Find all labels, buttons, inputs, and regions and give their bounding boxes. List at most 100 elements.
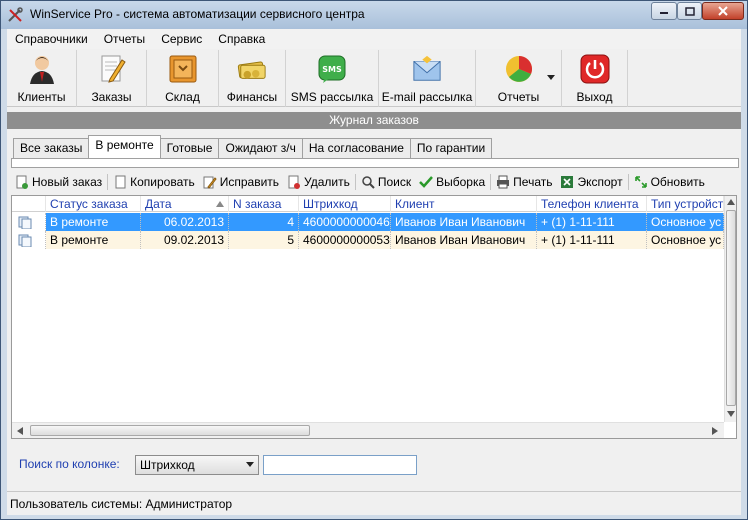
search-button[interactable]: Поиск	[357, 172, 415, 192]
edit-button[interactable]: Исправить	[199, 172, 283, 192]
menu-reports[interactable]: Отчеты	[96, 29, 153, 49]
horizontal-scrollbar[interactable]	[12, 422, 724, 438]
minimize-button[interactable]	[651, 2, 677, 20]
export-button[interactable]: Экспорт	[556, 172, 626, 192]
filter-label: Выборка	[436, 175, 486, 189]
search-input[interactable]	[263, 455, 417, 475]
journal-header: Журнал заказов	[7, 112, 741, 129]
new-order-label: Новый заказ	[32, 175, 103, 189]
vertical-scroll-thumb[interactable]	[726, 210, 736, 406]
tab-for-approval[interactable]: На согласование	[301, 138, 411, 158]
column-header-status[interactable]: Статус заказа	[46, 196, 141, 212]
separator	[354, 174, 356, 190]
cell-order-number: 5	[229, 231, 299, 249]
separator	[627, 174, 629, 190]
menu-help[interactable]: Справка	[210, 29, 273, 49]
printer-icon	[496, 175, 510, 189]
status-bar: Пользователь системы: Администратор	[7, 491, 741, 515]
cell-device-type: Основное ус	[647, 231, 724, 249]
vertical-scrollbar[interactable]	[724, 196, 736, 422]
scroll-down-icon[interactable]	[727, 411, 735, 417]
excel-icon	[560, 175, 574, 189]
column-header-client-phone[interactable]: Телефон клиента	[537, 196, 647, 212]
print-button[interactable]: Печать	[492, 172, 556, 192]
title-bar[interactable]: WinService Pro - система автоматизации с…	[1, 1, 747, 29]
dropdown-arrow-icon[interactable]	[547, 75, 555, 80]
maximize-button[interactable]	[677, 2, 702, 20]
delete-label: Удалить	[304, 175, 350, 189]
column-header-device-type[interactable]: Тип устройст	[647, 196, 724, 212]
cell-barcode: 4600000000053	[299, 231, 391, 249]
edit-icon	[203, 175, 217, 189]
reports-label: Отчеты	[497, 90, 540, 104]
cell-order-number: 4	[229, 213, 299, 231]
column-header-barcode[interactable]: Штрихкод	[299, 196, 391, 212]
scroll-right-icon[interactable]	[712, 427, 718, 435]
refresh-button[interactable]: Обновить	[630, 172, 709, 192]
search-by-column-label: Поиск по колонке:	[19, 457, 120, 471]
finance-button[interactable]: Финансы	[219, 50, 286, 107]
column-header-date[interactable]: Дата	[141, 196, 229, 212]
client-area: Справочники Отчеты Сервис Справка Клиент…	[7, 29, 741, 515]
search-column-select[interactable]: Штрихкод	[135, 455, 259, 475]
tab-ready[interactable]: Готовые	[159, 138, 220, 158]
close-button[interactable]	[702, 2, 744, 20]
window-title: WinService Pro - система автоматизации с…	[30, 7, 365, 21]
money-icon	[237, 54, 267, 84]
orders-button[interactable]: Заказы	[77, 50, 147, 107]
scroll-up-icon[interactable]	[727, 199, 735, 205]
sms-icon-text: SMS	[322, 65, 342, 74]
row-indicator	[12, 213, 46, 231]
warehouse-button[interactable]: Склад	[147, 50, 219, 107]
main-toolbar: Клиенты Заказы Склад Финансы SMS SMS рас…	[7, 50, 741, 107]
filter-button[interactable]: Выборка	[415, 172, 489, 192]
menu-service[interactable]: Сервис	[153, 29, 210, 49]
new-order-button[interactable]: Новый заказ	[11, 172, 106, 192]
table-row[interactable]: В ремонте 06.02.2013 4 4600000000046 Ива…	[12, 213, 724, 231]
delete-icon	[287, 175, 301, 189]
cell-status: В ремонте	[46, 231, 141, 249]
menu-bar: Справочники Отчеты Сервис Справка	[7, 29, 741, 49]
cell-date: 06.02.2013	[141, 213, 229, 231]
cell-date: 09.02.2013	[141, 231, 229, 249]
app-window: WinService Pro - система автоматизации с…	[0, 0, 748, 520]
copy-button[interactable]: Копировать	[109, 172, 199, 192]
orders-label: Заказы	[91, 90, 132, 104]
exit-button[interactable]: Выход	[562, 50, 628, 107]
scroll-left-icon[interactable]	[17, 427, 23, 435]
envelope-icon	[412, 54, 442, 84]
separator	[490, 174, 492, 190]
table-header: Статус заказа Дата N заказа Штрихкод Кли…	[12, 196, 724, 212]
menu-directories[interactable]: Справочники	[7, 29, 96, 49]
tab-warranty[interactable]: По гарантии	[409, 138, 493, 158]
cell-client-phone: + (1) 1-11-111	[537, 213, 647, 231]
horizontal-scroll-thumb[interactable]	[30, 425, 310, 436]
cell-client-phone: + (1) 1-11-111	[537, 231, 647, 249]
sort-ascending-icon	[216, 201, 224, 207]
power-icon	[580, 54, 610, 84]
email-mailing-button[interactable]: E-mail рассылка	[379, 50, 476, 107]
tab-awaiting-parts[interactable]: Ожидают з/ч	[218, 138, 303, 158]
tab-all-orders[interactable]: Все заказы	[13, 138, 90, 158]
new-icon	[15, 175, 29, 189]
delete-button[interactable]: Удалить	[283, 172, 354, 192]
cell-device-type: Основное ус	[647, 213, 724, 231]
cell-client: Иванов Иван Иванович	[391, 213, 537, 231]
column-header-date-label: Дата	[145, 197, 172, 211]
column-header-client[interactable]: Клиент	[391, 196, 537, 212]
reports-button[interactable]: Отчеты	[476, 50, 562, 107]
sms-mailing-button[interactable]: SMS SMS рассылка	[286, 50, 379, 107]
cell-client: Иванов Иван Иванович	[391, 231, 537, 249]
record-icon	[18, 234, 32, 248]
export-label: Экспорт	[577, 175, 623, 189]
copy-icon	[113, 175, 127, 189]
clients-button[interactable]: Клиенты	[7, 50, 77, 107]
table-row[interactable]: В ремонте 09.02.2013 5 4600000000053 Ива…	[12, 231, 724, 249]
column-header-order-number[interactable]: N заказа	[229, 196, 299, 212]
tab-in-repair[interactable]: В ремонте	[88, 135, 161, 158]
maximize-icon	[684, 6, 695, 16]
finance-label: Финансы	[226, 90, 278, 104]
print-label: Печать	[513, 175, 553, 189]
pie-chart-icon	[504, 54, 534, 84]
orders-table: Статус заказа Дата N заказа Штрихкод Кли…	[11, 195, 737, 439]
